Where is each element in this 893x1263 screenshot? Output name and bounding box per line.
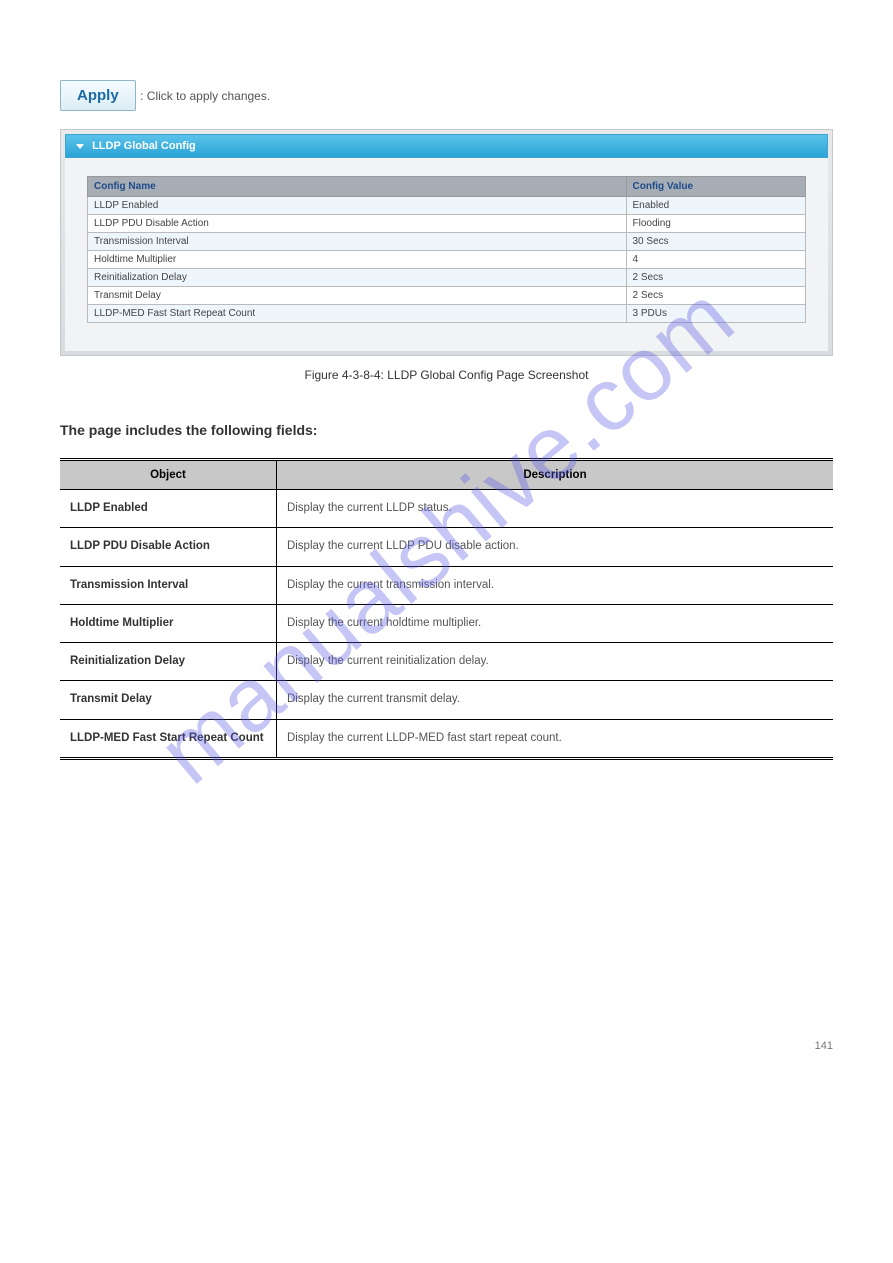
obj-desc: Display the current reinitialization del…: [276, 643, 833, 681]
apply-description: : Click to apply changes.: [140, 89, 270, 103]
obj-object: Reinitialization Delay: [60, 643, 276, 681]
config-name: Transmit Delay: [88, 287, 627, 305]
panel-header[interactable]: LLDP Global Config: [65, 134, 828, 158]
panel-title: LLDP Global Config: [92, 140, 196, 152]
table-row: Holdtime Multiplier 4: [88, 251, 806, 269]
config-header-row: Config Name Config Value: [88, 177, 806, 197]
obj-desc: Display the current holdtime multiplier.: [276, 604, 833, 642]
table-row: Reinitialization Delay 2 Secs: [88, 269, 806, 287]
config-value: Flooding: [626, 215, 806, 233]
obj-header-row: Object Description: [60, 460, 833, 490]
config-value: 4: [626, 251, 806, 269]
config-value: Enabled: [626, 197, 806, 215]
obj-desc: Display the current LLDP-MED fast start …: [276, 719, 833, 758]
table-row: LLDP Enabled Enabled: [88, 197, 806, 215]
obj-object: LLDP PDU Disable Action: [60, 528, 276, 566]
config-value: 30 Secs: [626, 233, 806, 251]
table-row: LLDP PDU Disable Action Flooding: [88, 215, 806, 233]
table-row: Transmission Interval Display the curren…: [60, 566, 833, 604]
document-page: Apply : Click to apply changes. LLDP Glo…: [0, 0, 893, 1112]
config-table: Config Name Config Value LLDP Enabled En…: [87, 176, 806, 323]
obj-object: Holdtime Multiplier: [60, 604, 276, 642]
table-row: Transmit Delay Display the current trans…: [60, 681, 833, 719]
obj-desc: Display the current LLDP PDU disable act…: [276, 528, 833, 566]
config-name: LLDP PDU Disable Action: [88, 215, 627, 233]
obj-desc: Display the current transmit delay.: [276, 681, 833, 719]
config-header-value: Config Value: [626, 177, 806, 197]
obj-desc: Display the current LLDP status.: [276, 490, 833, 528]
apply-button-row: Apply : Click to apply changes.: [60, 80, 833, 111]
config-name: Transmission Interval: [88, 233, 627, 251]
object-table: Object Description LLDP Enabled Display …: [60, 458, 833, 760]
section-heading: The page includes the following fields:: [60, 422, 833, 438]
config-header-name: Config Name: [88, 177, 627, 197]
table-row: Holdtime Multiplier Display the current …: [60, 604, 833, 642]
config-name: LLDP Enabled: [88, 197, 627, 215]
config-value: 2 Secs: [626, 287, 806, 305]
table-row: LLDP Enabled Display the current LLDP st…: [60, 490, 833, 528]
obj-object: Transmit Delay: [60, 681, 276, 719]
obj-header-object: Object: [60, 460, 276, 490]
config-value: 2 Secs: [626, 269, 806, 287]
config-name: LLDP-MED Fast Start Repeat Count: [88, 305, 627, 323]
collapse-icon: [76, 144, 84, 149]
table-row: LLDP-MED Fast Start Repeat Count Display…: [60, 719, 833, 758]
table-row: LLDP-MED Fast Start Repeat Count 3 PDUs: [88, 305, 806, 323]
table-row: LLDP PDU Disable Action Display the curr…: [60, 528, 833, 566]
lldp-panel: LLDP Global Config Config Name Config Va…: [60, 129, 833, 356]
apply-button[interactable]: Apply: [60, 80, 136, 111]
config-name: Reinitialization Delay: [88, 269, 627, 287]
table-row: Reinitialization Delay Display the curre…: [60, 643, 833, 681]
config-value: 3 PDUs: [626, 305, 806, 323]
obj-desc: Display the current transmission interva…: [276, 566, 833, 604]
config-name: Holdtime Multiplier: [88, 251, 627, 269]
obj-object: Transmission Interval: [60, 566, 276, 604]
table-row: Transmission Interval 30 Secs: [88, 233, 806, 251]
page-number: 141: [60, 1040, 833, 1052]
obj-header-desc: Description: [276, 460, 833, 490]
panel-body: Config Name Config Value LLDP Enabled En…: [65, 158, 828, 351]
table-row: Transmit Delay 2 Secs: [88, 287, 806, 305]
obj-object: LLDP Enabled: [60, 490, 276, 528]
figure-caption: Figure 4-3-8-4: LLDP Global Config Page …: [60, 368, 833, 382]
obj-object: LLDP-MED Fast Start Repeat Count: [60, 719, 276, 758]
